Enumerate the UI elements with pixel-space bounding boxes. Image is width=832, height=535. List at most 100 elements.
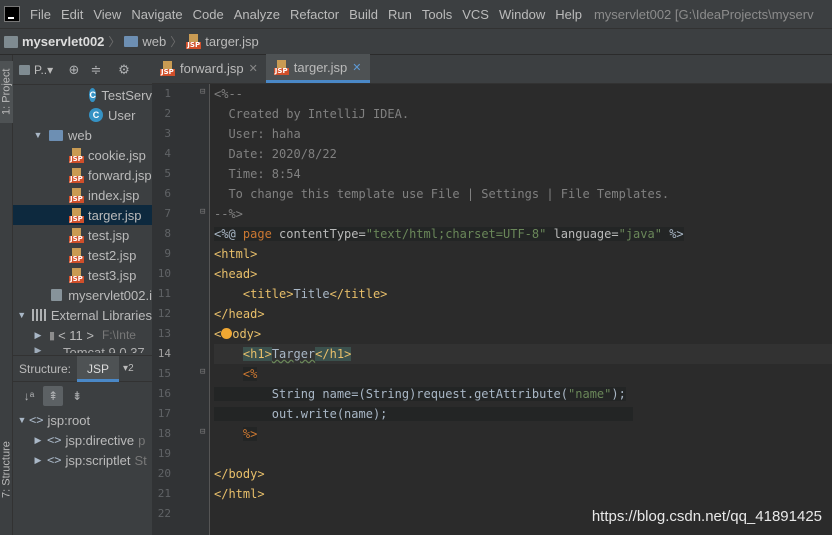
structure-tool-tab[interactable]: 7: Structure: [0, 430, 13, 510]
menu-edit[interactable]: Edit: [57, 7, 89, 22]
tree-item-external-libraries[interactable]: ▼ External Libraries: [13, 305, 152, 325]
collapse-all-icon[interactable]: ≑: [85, 59, 107, 81]
tab-forward-jsp[interactable]: forward.jsp ✕: [152, 54, 266, 83]
menu-analyze[interactable]: Analyze: [230, 7, 286, 22]
tree-item-label: External Libraries: [50, 307, 152, 323]
tree-item-test3-jsp[interactable]: test3.jsp: [13, 265, 152, 285]
menu-build[interactable]: Build: [345, 7, 384, 22]
gear-icon[interactable]: ⚙: [113, 59, 135, 81]
sort-alpha-icon[interactable]: ↓ᵃ: [19, 386, 39, 406]
expand-all-icon[interactable]: ⇞: [43, 386, 63, 406]
project-tool-tab[interactable]: 1: Project: [0, 61, 13, 123]
locate-file-icon[interactable]: ⊕: [63, 59, 85, 81]
line-number: 10: [157, 267, 171, 280]
collapse-icon[interactable]: ⇟: [67, 386, 87, 406]
tree-item-sdk[interactable]: ▶ ▮ < 11 > F:\Inte: [13, 325, 152, 345]
tree-item-label: TestServ: [101, 87, 152, 103]
tree-item-index-jsp[interactable]: index.jsp: [13, 185, 152, 205]
class-icon: C: [89, 88, 97, 102]
code-token: %>: [661, 227, 684, 241]
window-title: myservlet002 [G:\IdeaProjects\myserv: [593, 6, 814, 22]
code-token: %>: [242, 427, 258, 441]
tab-targer-jsp[interactable]: targer.jsp ✕: [265, 54, 370, 83]
structure-item-jsp-directive[interactable]: ▶ <> jsp:directive p: [13, 430, 152, 450]
tree-item-forward-jsp[interactable]: forward.jsp: [13, 165, 152, 185]
tree-item-test2-jsp[interactable]: test2.jsp: [13, 245, 152, 265]
structure-item-jsp-scriptlet[interactable]: ▶ <> jsp:scriptlet St: [13, 450, 152, 470]
line-number-gutter: 1 2 3 4 5 6 7 8 9 10 11 12 13 14 15 16 1…: [152, 84, 210, 535]
code-editor[interactable]: 1 2 3 4 5 6 7 8 9 10 11 12 13 14 15 16 1…: [152, 84, 832, 535]
code-line: <head>: [214, 267, 258, 281]
web-folder-icon: [49, 129, 63, 141]
breadcrumb: myservlet002 〉 web 〉 targer.jsp: [0, 28, 832, 55]
jsp-file-icon: [273, 59, 289, 75]
lightbulb-icon[interactable]: [221, 328, 233, 339]
code-area[interactable]: <%-- Created by IntelliJ IDEA. User: hah…: [214, 84, 832, 535]
watermark: https://blog.csdn.net/qq_41891425: [591, 508, 822, 525]
breadcrumb-separator-icon: 〉: [108, 35, 121, 49]
structure-title: Structure:: [19, 361, 72, 376]
fold-marker-icon[interactable]: ⊟: [200, 87, 209, 97]
tree-item-targer-jsp[interactable]: targer.jsp: [13, 205, 152, 225]
line-number: 12: [157, 307, 171, 320]
line-number: 4: [164, 147, 171, 160]
close-icon[interactable]: ✕: [352, 61, 361, 74]
breadcrumb-project[interactable]: myservlet002: [0, 34, 108, 49]
structure-more-tabs[interactable]: ▾2: [119, 363, 134, 374]
line-number: 21: [157, 487, 171, 500]
left-tool-strip: 1: Project 7: Structure: [0, 55, 13, 535]
code-token: out.write(name);: [271, 407, 388, 421]
tree-item-tomcat[interactable]: ▶ Tomcat 9.0.37: [13, 345, 152, 353]
menu-tools[interactable]: Tools: [418, 7, 458, 22]
structure-tab-jsp[interactable]: JSP: [77, 356, 120, 382]
expand-arrow-icon[interactable]: ▼: [15, 310, 28, 320]
breadcrumb-folder[interactable]: web: [120, 34, 170, 49]
code-token: String name=(String)request.getAttribute…: [271, 387, 569, 401]
fold-marker-icon[interactable]: ⊟: [200, 367, 209, 377]
menu-vcs[interactable]: VCS: [458, 7, 495, 22]
jsp-file-icon: [69, 227, 84, 243]
line-number: 20: [157, 467, 171, 480]
tree-item-iml[interactable]: myservlet002.i: [13, 285, 152, 305]
menu-view[interactable]: View: [89, 7, 127, 22]
expand-arrow-icon[interactable]: ▼: [15, 415, 29, 425]
menu-run[interactable]: Run: [384, 7, 418, 22]
jsp-file-icon: [69, 267, 84, 283]
code-token: "name": [568, 387, 612, 401]
collapse-arrow-icon[interactable]: ▶: [31, 455, 45, 466]
project-view-label: P..▾: [34, 62, 54, 77]
structure-item-jsp-root[interactable]: ▼ <> jsp:root: [13, 410, 152, 430]
tree-item-web[interactable]: ▼ web: [13, 125, 152, 145]
menu-navigate[interactable]: Navigate: [127, 7, 188, 22]
menu-refactor[interactable]: Refactor: [286, 7, 345, 22]
menu-file[interactable]: File: [26, 7, 57, 22]
class-icon: C: [89, 108, 103, 122]
menu-help[interactable]: Help: [551, 7, 588, 22]
breadcrumb-file[interactable]: targer.jsp: [182, 34, 262, 49]
tree-item-test-jsp[interactable]: test.jsp: [13, 225, 152, 245]
tree-item-testservlet[interactable]: C TestServ: [13, 85, 152, 105]
line-number: 9: [164, 247, 171, 260]
menu-code[interactable]: Code: [189, 7, 230, 22]
structure-toolbar: ↓ᵃ ⇞ ⇟: [13, 382, 152, 410]
project-toolbar: P..▾ ⊕ ≑ ⚙: [13, 55, 152, 85]
structure-item-label: jsp:directive: [65, 432, 135, 448]
tree-item-user[interactable]: C User: [13, 105, 152, 125]
code-token: Title: [293, 287, 330, 301]
project-view-selector[interactable]: P..▾: [13, 63, 63, 77]
collapse-arrow-icon[interactable]: ▶: [31, 435, 45, 446]
tree-item-label: Tomcat 9.0.37: [63, 345, 145, 353]
expand-arrow-icon[interactable]: ▼: [31, 130, 45, 140]
tree-item-cookie-jsp[interactable]: cookie.jsp: [13, 145, 152, 165]
code-line: <%--: [214, 87, 243, 101]
collapse-arrow-icon[interactable]: ▶: [31, 345, 45, 353]
fold-marker-icon[interactable]: ⊟: [200, 427, 209, 437]
collapse-arrow-icon[interactable]: ▶: [31, 330, 45, 341]
xml-tag-icon: <>: [29, 413, 44, 427]
line-number: 2: [164, 107, 171, 120]
code-line: Time: 8:54: [214, 167, 301, 181]
close-icon[interactable]: ✕: [249, 62, 258, 75]
line-number: 8: [164, 227, 171, 240]
menu-window[interactable]: Window: [495, 7, 551, 22]
fold-marker-icon[interactable]: ⊟: [200, 207, 209, 217]
